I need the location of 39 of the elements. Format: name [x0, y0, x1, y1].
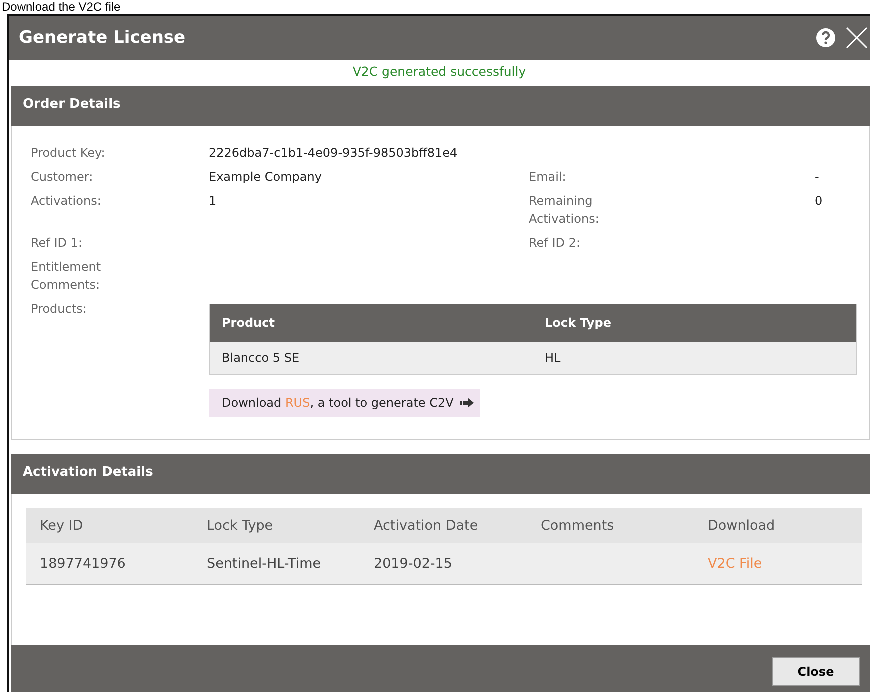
success-message: V2C generated successfully — [352, 63, 528, 81]
table-cell-text: HL — [544, 351, 562, 365]
field-label: Entitlement Comments: — [31, 259, 102, 294]
close-button[interactable]: Close — [772, 657, 860, 686]
column-header: Key ID — [39, 518, 84, 534]
help-icon[interactable] — [816, 28, 836, 48]
arrow-icon — [460, 398, 474, 408]
field-label: Activations: — [31, 193, 102, 210]
table-cell-text: 2019-02-15 — [373, 556, 454, 572]
column-header: Download — [707, 518, 776, 534]
field-label: Ref ID 2: — [529, 235, 582, 252]
field-label: Ref ID 1: — [31, 235, 84, 252]
field-label: Products: — [31, 301, 88, 318]
field-label: Product Key: — [31, 145, 106, 162]
table-cell-text: 1897741976 — [39, 556, 127, 572]
rus-link[interactable]: RUS — [285, 396, 310, 410]
caption-text: Download the V2C file — [1, 0, 122, 14]
field-value: - — [815, 169, 820, 186]
table-cell-text: Blancco 5 SE — [221, 351, 301, 365]
field-label: Remaining Activations: — [529, 193, 600, 228]
column-header: Product — [221, 316, 276, 330]
field-value: 2226dba7-c1b1-4e09-935f-98503bff81e4 — [209, 145, 459, 162]
table-cell-text: Sentinel-HL-Time — [206, 556, 322, 572]
field-label: Email: — [529, 169, 568, 186]
column-header: Activation Date — [373, 518, 480, 534]
hint-text: , a tool to generate C2V — [310, 396, 454, 410]
column-header: Lock Type — [206, 518, 274, 534]
close-icon[interactable] — [846, 27, 868, 49]
hint-text: Download — [222, 396, 283, 410]
field-value: Example Company — [209, 169, 323, 186]
field-value: 1 — [209, 193, 218, 210]
v2c-file-link[interactable]: V2C File — [708, 556, 762, 572]
column-header: Lock Type — [544, 316, 612, 330]
window-title: Generate License — [19, 28, 187, 48]
field-label: Customer: — [31, 169, 94, 186]
section-header: Order Details — [11, 86, 870, 126]
section-header: Activation Details — [11, 454, 870, 494]
column-header: Comments — [540, 518, 616, 534]
field-value: 0 — [815, 193, 824, 210]
